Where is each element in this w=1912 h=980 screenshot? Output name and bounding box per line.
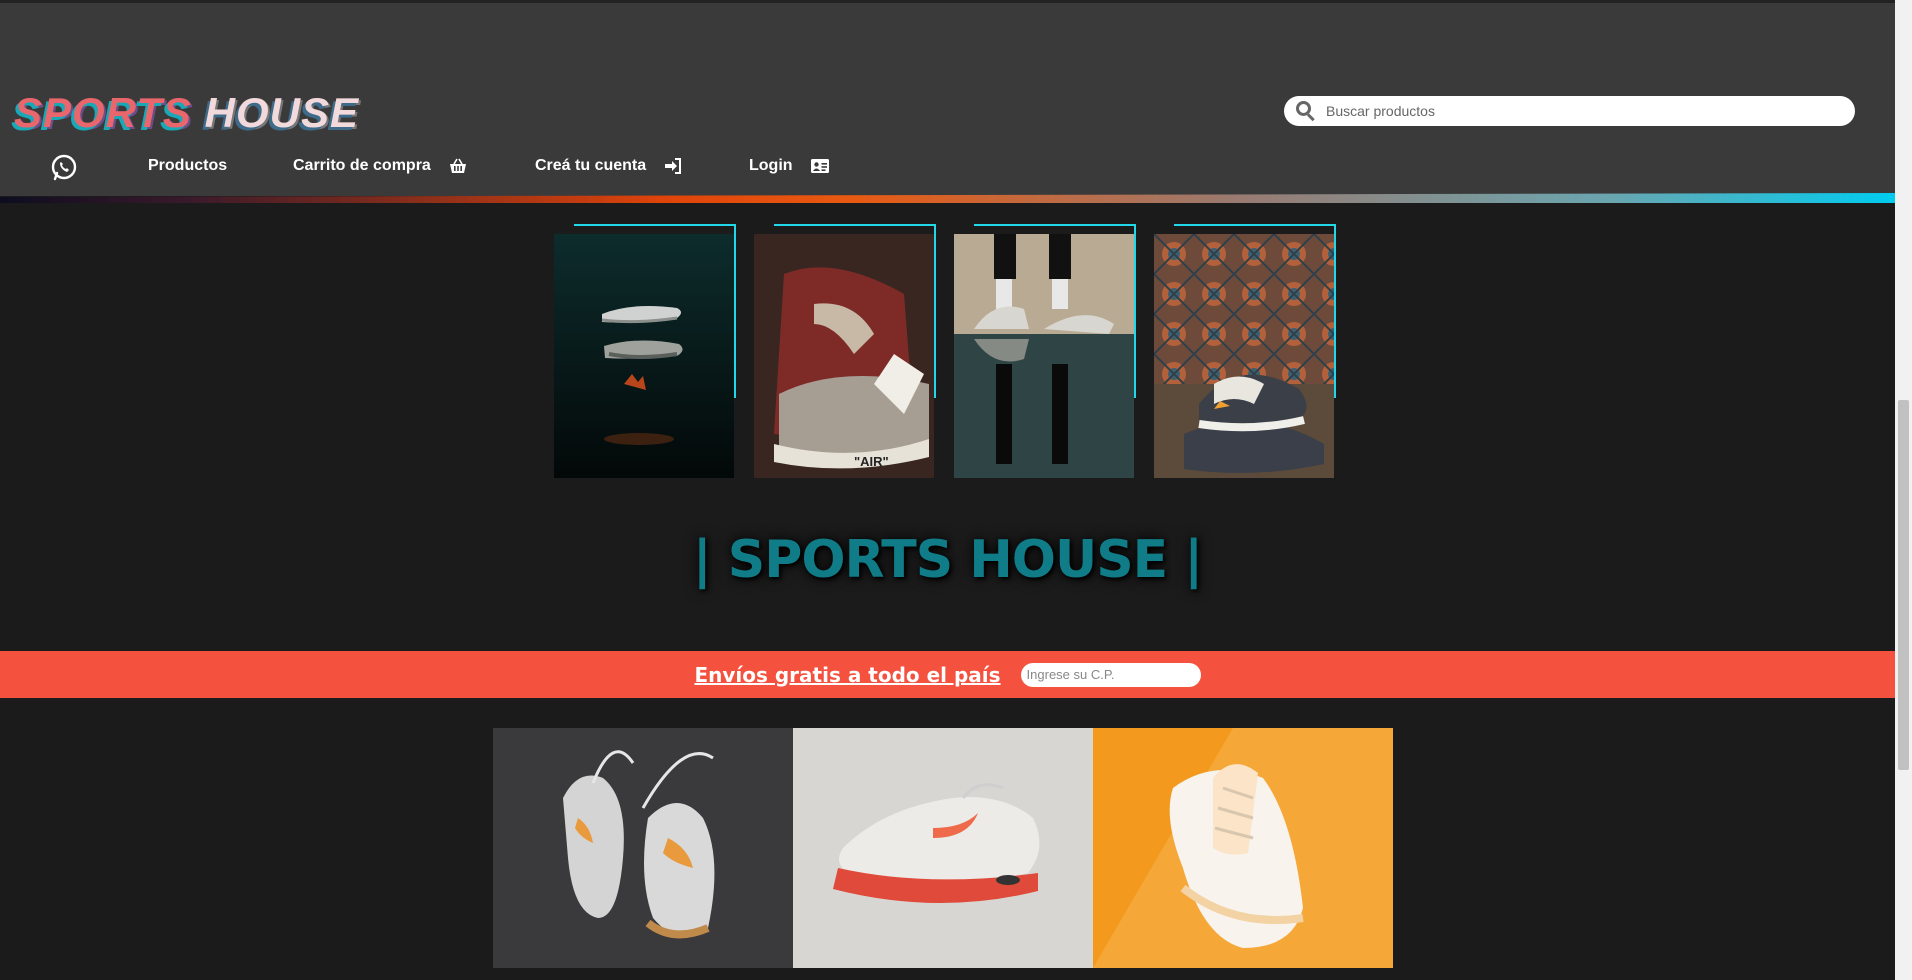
gallery-image-air-sneaker[interactable]: "AIR" (754, 234, 934, 478)
id-card-icon (810, 159, 829, 173)
product-tile-orange-runner[interactable] (793, 728, 1093, 968)
search-bar[interactable] (1284, 96, 1855, 126)
sign-in-icon (665, 158, 682, 174)
gallery-card[interactable] (1154, 224, 1336, 478)
gallery-card[interactable]: "AIR" (754, 224, 936, 478)
nav-crear-cuenta[interactable]: Creá tu cuenta (535, 151, 682, 181)
gallery-image-floating-sneakers[interactable] (554, 234, 734, 478)
search-input[interactable] (1326, 103, 1826, 119)
nav-carrito-label: Carrito de compra (293, 157, 431, 174)
page: SPORTS HOUSE Productos Carrito de compra (0, 0, 1912, 980)
nav-login[interactable]: Login (749, 151, 829, 181)
product-tile-white-on-orange[interactable] (1093, 728, 1393, 968)
page-scrollbar[interactable] (1895, 0, 1912, 980)
gallery-card[interactable] (954, 224, 1136, 478)
site-header: SPORTS HOUSE Productos Carrito de compra (0, 0, 1895, 196)
free-shipping-link[interactable]: Envíos gratis a todo el país (694, 663, 1000, 687)
gallery-card[interactable] (554, 224, 736, 478)
nav-productos[interactable]: Productos (148, 151, 227, 181)
site-logo[interactable]: SPORTS HOUSE (14, 89, 359, 137)
product-tile-grey-hightop[interactable] (493, 728, 793, 968)
whatsapp-icon[interactable] (50, 154, 78, 182)
product-strip (493, 728, 1393, 968)
page-title: | SPORTS HOUSE | (692, 530, 1204, 590)
logo-word-sports: SPORTS (14, 89, 192, 136)
search-icon[interactable] (1296, 101, 1316, 122)
shipping-banner: Envíos gratis a todo el país (0, 651, 1895, 698)
logo-word-house: HOUSE (204, 89, 359, 136)
nav-productos-label: Productos (148, 157, 228, 174)
gallery-image-tiled-sneaker[interactable] (1154, 234, 1334, 478)
svg-text:"AIR": "AIR" (854, 454, 889, 469)
nav-carrito[interactable]: Carrito de compra (293, 151, 467, 181)
nav-crear-cuenta-label: Creá tu cuenta (535, 157, 647, 174)
shopping-basket-icon (449, 158, 466, 173)
gallery-image-reflection-sneakers[interactable] (954, 234, 1134, 478)
nav-login-label: Login (749, 157, 793, 174)
scrollbar-thumb[interactable] (1898, 400, 1909, 770)
featured-gallery: "AIR" (554, 224, 1344, 480)
main-nav: Productos Carrito de compra Creá tu cuen… (0, 151, 900, 181)
postal-code-input[interactable] (1020, 662, 1201, 687)
